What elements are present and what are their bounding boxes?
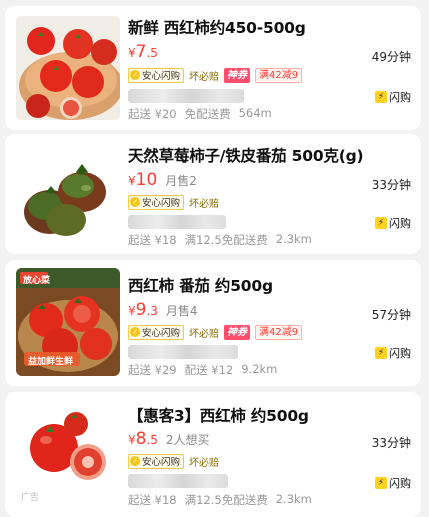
flash-buy-label: 闪购 — [389, 91, 411, 104]
tag-row: ✓ 安心闪购 坏必赔 神券 满42减9 — [128, 324, 303, 340]
check-icon: ✓ — [130, 456, 140, 466]
check-icon: ✓ — [130, 70, 140, 80]
store-name-blurred — [128, 89, 244, 103]
product-card[interactable]: 放心菜 益加鲜生鲜 西红柿 番茄 约500g ¥ 9 .3 月售4 57分钟 ✓… — [5, 260, 421, 386]
image-badge-bottom: 益加鲜生鲜 — [28, 357, 74, 367]
tag-row: ✓ 安心闪购 坏必赔 — [128, 194, 219, 210]
ad-label: 广告 — [21, 493, 40, 503]
delivery-info: 起送 ¥18 满12.5免配送费 2.3km — [128, 492, 312, 508]
safe-badge: ✓ 安心闪购 — [128, 324, 185, 340]
product-list: 新鲜 西红柿约450-500g ¥ 7 .5 49分钟 ✓ 安心闪购 坏必赔 神券… — [0, 0, 429, 517]
promo-badge: 满42减9 — [255, 67, 303, 83]
delivery-info: 起送 ¥29 配送 ¥12 9.2km — [128, 362, 277, 378]
product-title[interactable]: 新鲜 西红柿约450-500g — [128, 16, 413, 38]
min-order: 起送 ¥18 — [128, 493, 177, 507]
tag-row: ✓ 安心闪购 坏必赔 — [128, 453, 219, 469]
store-name-blurred — [128, 345, 238, 359]
distance: 2.3km — [275, 232, 312, 246]
safe-badge: ✓ 安心闪购 — [128, 453, 185, 469]
delivery-time: 33分钟 — [371, 436, 411, 450]
price: ¥ 7 .5 — [128, 42, 158, 64]
coupon-badge: 神券 — [224, 67, 251, 83]
price: ¥ 8 .5 2人想买 — [128, 429, 210, 451]
delivery-info: 起送 ¥20 免配送费 564m — [128, 106, 272, 122]
monthly-sales: 月售4 — [165, 304, 198, 318]
delivery-time: 57分钟 — [371, 308, 411, 322]
safe-badge-label: 安心闪购 — [142, 71, 181, 82]
product-card[interactable]: 新鲜 西红柿约450-500g ¥ 7 .5 49分钟 ✓ 安心闪购 坏必赔 神券… — [5, 6, 421, 130]
image-badge-top: 放心菜 — [23, 276, 51, 286]
refund-badge: 坏必赔 — [189, 198, 220, 210]
delivery-fee: 满12.5免配送费 — [184, 233, 268, 247]
min-order: 起送 ¥18 — [128, 233, 177, 247]
safe-badge: ✓ 安心闪购 — [128, 194, 185, 210]
flash-buy-button[interactable]: ⚡ 闪购 — [375, 344, 411, 362]
coupon-badge: 神券 — [224, 324, 251, 340]
flash-buy-label: 闪购 — [389, 477, 411, 490]
delivery-fee: 满12.5免配送费 — [184, 493, 268, 507]
delivery-fee: 配送 ¥12 — [184, 363, 234, 377]
product-image[interactable]: 放心菜 益加鲜生鲜 — [16, 268, 120, 376]
price-integer: 8 — [135, 429, 147, 449]
product-image[interactable] — [16, 142, 120, 246]
bolt-icon: ⚡ — [375, 347, 387, 359]
tag-row: ✓ 安心闪购 坏必赔 神券 满42减9 — [128, 67, 303, 83]
refund-badge: 坏必赔 — [189, 457, 220, 469]
refund-badge: 坏必赔 — [189, 328, 220, 340]
safe-badge: ✓ 安心闪购 — [128, 67, 185, 83]
min-order: 起送 ¥20 — [128, 107, 177, 121]
price-symbol: ¥ — [128, 304, 136, 318]
price-decimal: .5 — [146, 46, 158, 60]
price-integer: 9 — [135, 300, 147, 320]
price-symbol: ¥ — [128, 174, 136, 188]
bolt-icon: ⚡ — [375, 217, 387, 229]
price-symbol: ¥ — [128, 433, 136, 447]
product-title[interactable]: 天然草莓柿子/铁皮番茄 500克(g) — [128, 144, 413, 166]
distance: 9.2km — [241, 362, 278, 376]
price: ¥ 9 .3 月售4 — [128, 300, 198, 322]
price-integer: 7 — [135, 42, 147, 62]
price-integer: 10 — [135, 170, 158, 190]
price-symbol: ¥ — [128, 46, 136, 60]
price-decimal: .5 — [146, 433, 158, 447]
want-count: 2人想买 — [165, 433, 210, 447]
bolt-icon: ⚡ — [375, 477, 387, 489]
store-name-blurred — [128, 215, 226, 229]
flash-buy-button[interactable]: ⚡ 闪购 — [375, 474, 411, 492]
monthly-sales: 月售2 — [165, 174, 197, 188]
safe-badge-label: 安心闪购 — [142, 457, 181, 468]
distance: 564m — [238, 106, 272, 120]
product-title[interactable]: 【惠客3】西红柿 约500g — [128, 404, 413, 426]
price-decimal: .3 — [146, 304, 158, 318]
safe-badge-label: 安心闪购 — [142, 198, 181, 209]
flash-buy-button[interactable]: ⚡ 闪购 — [375, 88, 411, 106]
delivery-fee: 免配送费 — [184, 107, 231, 121]
flash-buy-label: 闪购 — [389, 217, 411, 230]
distance: 2.3km — [275, 492, 312, 506]
delivery-time: 49分钟 — [371, 50, 411, 64]
check-icon: ✓ — [130, 197, 140, 207]
promo-badge: 满42减9 — [255, 324, 303, 340]
refund-badge: 坏必赔 — [189, 71, 220, 83]
product-card[interactable]: 天然草莓柿子/铁皮番茄 500克(g) ¥ 10 月售2 33分钟 ✓ 安心闪购 … — [5, 134, 421, 254]
flash-buy-label: 闪购 — [389, 347, 411, 360]
store-name-blurred — [128, 474, 228, 488]
delivery-info: 起送 ¥18 满12.5免配送费 2.3km — [128, 232, 312, 248]
product-title[interactable]: 西红柿 番茄 约500g — [128, 274, 413, 296]
product-image[interactable] — [16, 16, 120, 120]
min-order: 起送 ¥29 — [128, 363, 177, 377]
bolt-icon: ⚡ — [375, 91, 387, 103]
price: ¥ 10 月售2 — [128, 170, 197, 192]
delivery-time: 33分钟 — [371, 178, 411, 192]
safe-badge-label: 安心闪购 — [142, 328, 181, 339]
flash-buy-button[interactable]: ⚡ 闪购 — [375, 214, 411, 232]
product-card[interactable]: 广告 【惠客3】西红柿 约500g ¥ 8 .5 2人想买 33分钟 ✓ 安心闪购… — [5, 392, 421, 517]
check-icon: ✓ — [130, 327, 140, 337]
